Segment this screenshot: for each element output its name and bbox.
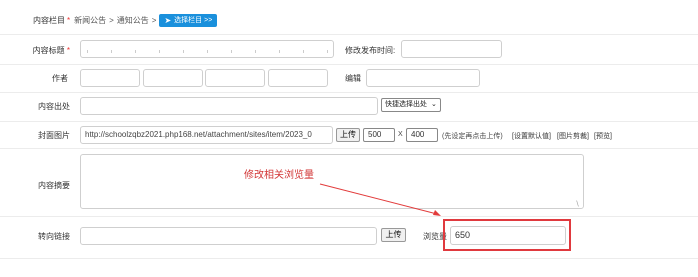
redirect-label: 转向链接 <box>38 232 70 241</box>
views-input[interactable]: 650 <box>450 226 566 245</box>
divider <box>0 258 698 259</box>
redirect-input[interactable] <box>80 227 377 245</box>
redirect-upload-button[interactable]: 上传 <box>381 228 406 242</box>
